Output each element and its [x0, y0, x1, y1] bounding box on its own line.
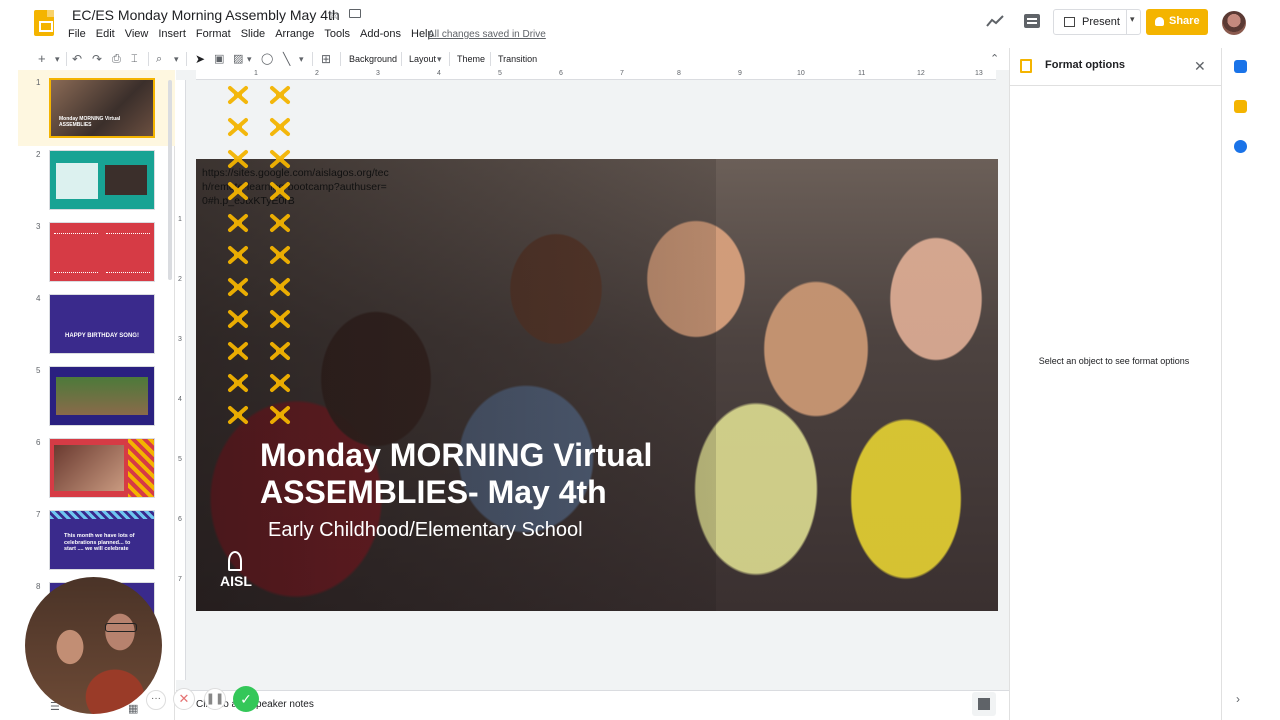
line-icon[interactable]: ╲ — [283, 48, 290, 70]
chevron-down-icon[interactable]: ▾ — [55, 48, 60, 70]
menu-edit[interactable]: Edit — [96, 28, 115, 40]
person-icon — [1155, 17, 1164, 26]
redo-icon[interactable]: ↷ — [92, 48, 102, 70]
folder-icon[interactable] — [349, 9, 361, 18]
menu-slide[interactable]: Slide — [241, 28, 265, 40]
format-options-message: Select an object to see format options — [1038, 356, 1190, 366]
account-avatar[interactable] — [1222, 11, 1246, 35]
slide-number: 7 — [36, 510, 41, 519]
present-icon — [1064, 17, 1075, 27]
close-icon[interactable]: ✕ — [1194, 58, 1206, 75]
save-status-link[interactable]: All changes saved in Drive — [428, 29, 546, 40]
collapse-toolbar-icon[interactable]: ⌃ — [990, 48, 999, 70]
slide-thumbnail-2[interactable] — [49, 150, 155, 210]
slide-number: 6 — [36, 438, 41, 447]
layout-button[interactable]: Layout — [409, 48, 436, 70]
slide-title-line-1: Monday MORNING Virtual — [260, 437, 653, 473]
menu-insert[interactable]: Insert — [158, 28, 186, 40]
shape-icon[interactable]: ◯ — [261, 48, 273, 70]
chevron-down-icon[interactable]: ▾ — [247, 48, 252, 70]
slide-thumbnail-7[interactable]: This month we have lots of celebrations … — [49, 510, 155, 570]
slide-subtitle[interactable]: Early Childhood/Elementary School — [268, 519, 583, 542]
menu-file[interactable]: File — [68, 28, 86, 40]
toolbar: + ▾ ↶ ↷ ⎙ ⌶ ⌕ ▾ ➤ ▣ ▨ ▾ ◯ ╲ ▾ ⊞ Backgrou… — [28, 48, 1008, 70]
slide-number: 5 — [36, 366, 41, 375]
calendar-icon[interactable] — [1234, 60, 1247, 73]
new-slide-icon[interactable]: + — [38, 48, 46, 70]
theme-button[interactable]: Theme — [457, 48, 485, 70]
document-title[interactable]: EC/ES Monday Morning Assembly May 4th — [72, 7, 340, 23]
text-box-icon[interactable]: ▣ — [214, 48, 224, 70]
present-button[interactable]: Present ▾ — [1053, 9, 1141, 35]
thumbnail-caption: HAPPY BIRTHDAY SONG! — [65, 333, 139, 339]
format-options-icon — [1020, 59, 1032, 73]
explore-icon[interactable] — [972, 692, 996, 716]
activity-trend-icon[interactable] — [986, 14, 1004, 28]
slide-number: 3 — [36, 222, 41, 231]
tasks-icon[interactable] — [1234, 140, 1247, 153]
webcam-overlay — [25, 577, 162, 714]
slide-number: 4 — [36, 294, 41, 303]
slide-content[interactable]: https://sites.google.com/aislagos.org/te… — [196, 159, 998, 611]
slide-thumbnail-6[interactable] — [49, 438, 155, 498]
torch-icon — [228, 551, 242, 571]
zoom-icon[interactable]: ⌕ — [156, 48, 162, 70]
menu-bar: File Edit View Insert Format Slide Arran… — [68, 28, 444, 40]
slide-thumbnail-1[interactable]: Monday MORNING Virtual ASSEMBLIES — [49, 78, 155, 138]
menu-tools[interactable]: Tools — [324, 28, 350, 40]
undo-icon[interactable]: ↶ — [72, 48, 82, 70]
logo-text: AISL — [220, 573, 252, 589]
slide-thumbnail-3[interactable] — [49, 222, 155, 282]
thumbnail-caption: This month we have lots of celebrations … — [64, 533, 135, 552]
finish-recording-icon[interactable]: ✓ — [233, 686, 259, 712]
decorative-pattern[interactable] — [226, 82, 308, 438]
chevron-down-icon[interactable]: ▾ — [174, 48, 179, 70]
slide-title-line-2: ASSEMBLIES- May 4th — [260, 474, 607, 510]
cancel-recording-icon[interactable]: ✕ — [173, 688, 195, 710]
slide-thumbnail-5[interactable] — [49, 366, 155, 426]
menu-addons[interactable]: Add-ons — [360, 28, 401, 40]
image-icon[interactable]: ▨ — [233, 48, 243, 70]
slide-number: 8 — [36, 582, 41, 591]
grid-view-icon[interactable]: ▦ — [128, 702, 138, 715]
thumbnail-caption: Monday MORNING Virtual ASSEMBLIES — [59, 116, 121, 128]
slide-number: 1 — [36, 78, 41, 87]
menu-view[interactable]: View — [125, 28, 149, 40]
transition-button[interactable]: Transition — [498, 48, 537, 70]
format-options-panel — [1009, 48, 1221, 720]
share-button[interactable]: Share — [1146, 9, 1208, 35]
background-button[interactable]: Background — [349, 48, 397, 70]
chevron-down-icon[interactable]: ▾ — [437, 48, 442, 70]
horizontal-ruler: 1 2 3 4 5 6 7 8 9 10 11 12 13 — [196, 70, 996, 80]
pause-icon[interactable]: ❚❚ — [204, 688, 226, 710]
chevron-right-icon[interactable]: › — [1236, 692, 1240, 706]
menu-arrange[interactable]: Arrange — [275, 28, 314, 40]
comment-icon[interactable] — [1024, 14, 1040, 28]
slide-thumbnail-4[interactable]: HAPPY BIRTHDAY SONG! — [49, 294, 155, 354]
more-options-icon[interactable]: ··· — [146, 690, 166, 710]
share-label: Share — [1169, 15, 1200, 27]
menu-format[interactable]: Format — [196, 28, 231, 40]
star-icon[interactable]: ☆ — [328, 7, 340, 23]
filmstrip-scrollbar[interactable] — [168, 80, 172, 280]
print-icon[interactable]: ⎙ — [112, 48, 121, 70]
slide-title[interactable]: Monday MORNING Virtual ASSEMBLIES- May 4… — [260, 437, 652, 511]
slide-number: 2 — [36, 150, 41, 159]
chevron-down-icon[interactable]: ▾ — [299, 48, 304, 70]
vertical-ruler: 1 2 3 4 5 6 7 — [176, 80, 186, 680]
keep-icon[interactable] — [1234, 100, 1247, 113]
select-cursor-icon[interactable]: ➤ — [195, 48, 205, 70]
slides-logo-icon[interactable] — [34, 10, 54, 36]
chevron-down-icon[interactable]: ▾ — [1130, 14, 1135, 25]
format-options-title: Format options — [1045, 59, 1126, 71]
add-comment-icon[interactable]: ⊞ — [321, 48, 331, 70]
paint-format-icon[interactable]: ⌶ — [131, 48, 138, 70]
present-label: Present — [1082, 16, 1120, 28]
